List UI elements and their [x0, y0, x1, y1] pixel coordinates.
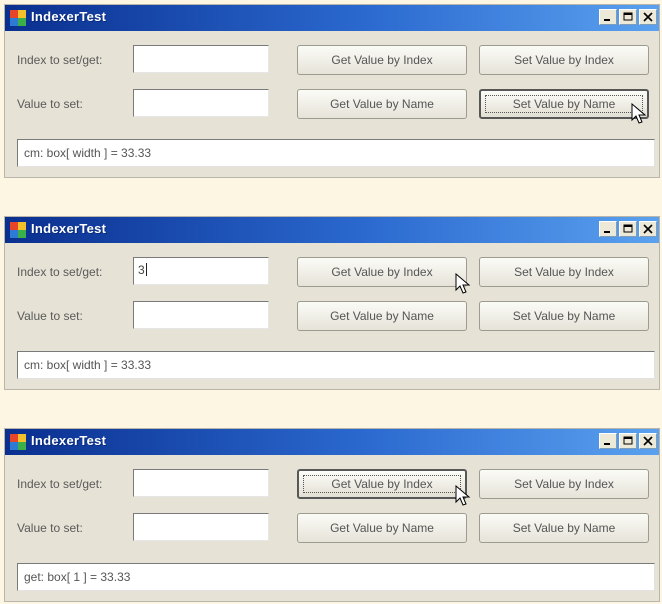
value-input[interactable]	[133, 89, 269, 117]
minimize-icon	[604, 443, 610, 445]
close-icon	[643, 436, 653, 446]
close-button[interactable]	[639, 221, 657, 237]
minimize-button[interactable]	[599, 9, 617, 25]
mouse-pointer-icon	[455, 273, 471, 294]
index-input-value: 3	[138, 263, 145, 277]
set-value-by-name-button[interactable]: Set Value by Name	[479, 89, 649, 119]
minimize-icon	[604, 19, 610, 21]
index-label: Index to set/get:	[17, 265, 103, 279]
index-input[interactable]: 3	[133, 257, 269, 285]
set-value-by-index-button[interactable]: Set Value by Index	[479, 257, 649, 287]
set-value-by-index-button[interactable]: Set Value by Index	[479, 469, 649, 499]
title-bar[interactable]: IndexerTest	[5, 217, 659, 243]
index-label: Index to set/get:	[17, 53, 103, 67]
get-value-by-name-label: Get Value by Name	[330, 521, 434, 535]
minimize-icon	[604, 231, 610, 233]
minimize-button[interactable]	[599, 433, 617, 449]
focus-rectangle	[303, 475, 461, 493]
set-value-by-index-label: Set Value by Index	[514, 265, 614, 279]
get-value-by-name-label: Get Value by Name	[330, 309, 434, 323]
set-value-by-index-button[interactable]: Set Value by Index	[479, 45, 649, 75]
close-icon	[643, 12, 653, 22]
set-value-by-index-label: Set Value by Index	[514, 477, 614, 491]
focus-rectangle	[485, 95, 643, 113]
indexer-test-window-1: IndexerTest Index to set/get: Value to s…	[4, 4, 660, 178]
window-title: IndexerTest	[31, 221, 107, 236]
maximize-icon	[623, 436, 633, 445]
window-title: IndexerTest	[31, 433, 107, 448]
index-input[interactable]	[133, 45, 269, 73]
get-value-by-index-label: Get Value by Index	[331, 265, 433, 279]
get-value-by-name-button[interactable]: Get Value by Name	[297, 301, 467, 331]
title-bar[interactable]: IndexerTest	[5, 5, 659, 31]
output-field[interactable]: cm: box[ width ] = 33.33	[17, 351, 655, 379]
output-field[interactable]: get: box[ 1 ] = 33.33	[17, 563, 655, 591]
close-button[interactable]	[639, 9, 657, 25]
close-icon	[643, 224, 653, 234]
get-value-by-index-button[interactable]: Get Value by Index	[297, 45, 467, 75]
window-title: IndexerTest	[31, 9, 107, 24]
set-value-by-name-label: Set Value by Name	[512, 309, 616, 323]
value-label: Value to set:	[17, 521, 83, 535]
text-caret	[145, 263, 147, 276]
maximize-icon	[623, 224, 633, 233]
value-label: Value to set:	[17, 309, 83, 323]
title-bar[interactable]: IndexerTest	[5, 429, 659, 455]
set-value-by-index-label: Set Value by Index	[514, 53, 614, 67]
value-label: Value to set:	[17, 97, 83, 111]
mouse-pointer-icon	[455, 485, 471, 506]
app-icon	[10, 222, 26, 238]
app-icon	[10, 434, 26, 450]
get-value-by-name-button[interactable]: Get Value by Name	[297, 89, 467, 119]
output-field[interactable]: cm: box[ width ] = 33.33	[17, 139, 655, 167]
app-icon	[10, 10, 26, 26]
maximize-button[interactable]	[619, 9, 637, 25]
index-input[interactable]	[133, 469, 269, 497]
index-label: Index to set/get:	[17, 477, 103, 491]
get-value-by-index-button[interactable]: Get Value by Index	[297, 257, 467, 287]
maximize-icon	[623, 12, 633, 21]
maximize-button[interactable]	[619, 433, 637, 449]
mouse-pointer-icon	[631, 103, 647, 124]
indexer-test-window-2: IndexerTest Index to set/get: 3 Value to…	[4, 216, 660, 390]
get-value-by-index-label: Get Value by Index	[331, 53, 433, 67]
get-value-by-index-button[interactable]: Get Value by Index	[297, 469, 467, 499]
close-button[interactable]	[639, 433, 657, 449]
value-input[interactable]	[133, 513, 269, 541]
indexer-test-window-3: IndexerTest Index to set/get: Value to s…	[4, 428, 660, 602]
get-value-by-name-label: Get Value by Name	[330, 97, 434, 111]
minimize-button[interactable]	[599, 221, 617, 237]
get-value-by-name-button[interactable]: Get Value by Name	[297, 513, 467, 543]
set-value-by-name-label: Set Value by Name	[512, 521, 616, 535]
set-value-by-name-button[interactable]: Set Value by Name	[479, 301, 649, 331]
set-value-by-name-button[interactable]: Set Value by Name	[479, 513, 649, 543]
maximize-button[interactable]	[619, 221, 637, 237]
value-input[interactable]	[133, 301, 269, 329]
